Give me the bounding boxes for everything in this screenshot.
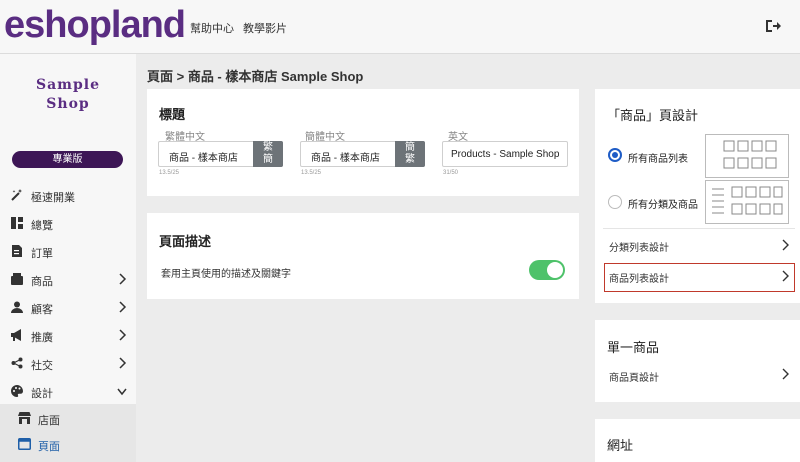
- toggle-knob: [547, 262, 563, 278]
- all-categories-and-products-label[interactable]: 所有分類及商品: [628, 196, 698, 211]
- use-homepage-description-label: 套用主頁使用的描述及關鍵字: [161, 269, 291, 280]
- chevron-down-icon: [117, 388, 127, 396]
- sidebar-item-products[interactable]: 商品: [0, 266, 136, 292]
- chevron-right-icon: [119, 273, 127, 285]
- sidebar-item-label: 極速開業: [31, 192, 75, 204]
- sidebar-item-quick-start[interactable]: 極速開業: [0, 182, 136, 208]
- all-products-list-label[interactable]: 所有商品列表: [628, 150, 688, 165]
- sidebar-item-label: 設計: [31, 388, 53, 400]
- sidebar-item-label: 推廣: [31, 332, 53, 344]
- single-product-card: 單一商品 商品頁設計: [595, 320, 800, 402]
- eshopland-logo[interactable]: eshopland: [4, 2, 186, 48]
- chevron-right-icon: [119, 301, 127, 313]
- submenu-item-label: 頁面: [38, 441, 60, 453]
- tutorial-videos-link[interactable]: 教學影片: [243, 20, 287, 36]
- grid-layout-thumbnail[interactable]: [705, 134, 789, 178]
- sidebar-item-orders[interactable]: 訂單: [0, 238, 136, 264]
- chevron-right-icon[interactable]: [781, 368, 789, 380]
- sidebar-item-design[interactable]: 設計: [0, 378, 136, 404]
- input-value: 商品 - 樣本商店: [311, 153, 380, 164]
- button-bottom-char: 繁: [405, 154, 415, 165]
- sidebar-item-label: 商品: [31, 276, 53, 288]
- shop-logo[interactable]: Sample Shop: [30, 76, 106, 114]
- chevron-right-icon[interactable]: [781, 239, 789, 251]
- all-products-list-radio[interactable]: [608, 148, 622, 162]
- submenu-item-pages[interactable]: 頁面: [0, 432, 136, 456]
- description-card-heading: 頁面描述: [159, 234, 212, 249]
- store-icon: [18, 412, 31, 424]
- sidebar-item-label: 顧客: [31, 304, 53, 316]
- megaphone-icon: [11, 329, 21, 341]
- top-bar: eshopland 幫助中心 教學影片: [0, 0, 800, 54]
- design-submenu: 店面 頁面: [0, 404, 136, 462]
- chevron-right-icon: [119, 329, 127, 341]
- url-heading: 網址: [607, 438, 634, 453]
- convert-to-simplified-button[interactable]: 繁 簡: [253, 141, 283, 167]
- char-counter: 13.5/25: [301, 170, 322, 176]
- sidebar-item-label: 社交: [31, 360, 53, 372]
- order-icon: [12, 245, 22, 257]
- chevron-right-icon: [119, 357, 127, 369]
- sidebar: Sample Shop 專業版 極速開業 總覽 訂單 商品 顧客 推廣 社交 設…: [0, 54, 136, 462]
- plan-badge[interactable]: 專業版: [12, 151, 123, 168]
- button-bottom-char: 簡: [263, 154, 273, 165]
- highlight-box: [604, 263, 795, 292]
- all-categories-and-products-radio[interactable]: [608, 195, 622, 209]
- logout-icon[interactable]: [764, 17, 782, 35]
- sidebar-item-promotion[interactable]: 推廣: [0, 322, 136, 348]
- product-page-design-link[interactable]: 商品頁設計: [609, 369, 659, 384]
- simplified-chinese-title-input[interactable]: 商品 - 樣本商店 簡 繁: [300, 141, 425, 167]
- char-counter: 31/50: [443, 170, 459, 176]
- traditional-chinese-title-input[interactable]: 商品 - 樣本商店 繁 簡: [158, 141, 283, 167]
- title-card-heading: 標題: [159, 107, 186, 122]
- palette-icon: [11, 385, 23, 397]
- breadcrumb: 頁面 > 商品 - 樣本商店 Sample Shop: [147, 69, 364, 84]
- description-card: 頁面描述 套用主頁使用的描述及關鍵字: [147, 213, 579, 299]
- category-list-design-link[interactable]: 分類列表設計: [609, 239, 669, 254]
- sidebar-item-label: 訂單: [31, 248, 53, 260]
- english-title-input[interactable]: Products - Sample Shop: [442, 141, 568, 167]
- share-icon: [11, 357, 23, 369]
- input-value: Products - Sample Shop: [451, 149, 560, 160]
- submenu-item-label: 店面: [38, 415, 60, 427]
- char-counter: 13.5/25: [159, 170, 180, 176]
- page-icon: [18, 438, 31, 450]
- submenu-item-storefront[interactable]: 店面: [0, 406, 136, 430]
- design-card-heading: 「商品」頁設計: [607, 108, 699, 123]
- sidebar-item-overview[interactable]: 總覽: [0, 210, 136, 236]
- sidebar-item-social[interactable]: 社交: [0, 350, 136, 376]
- shop-logo-line2: Shop: [46, 96, 90, 112]
- sidebar-item-customers[interactable]: 顧客: [0, 294, 136, 320]
- divider: [603, 228, 795, 229]
- grid-layout-icon: [723, 140, 777, 169]
- help-center-link[interactable]: 幫助中心: [190, 20, 234, 36]
- category-layout-thumbnail[interactable]: [705, 180, 789, 224]
- button-top-char: 簡: [405, 142, 415, 153]
- category-layout-icon: [712, 186, 783, 215]
- use-homepage-description-toggle[interactable]: [529, 260, 565, 280]
- sidebar-item-label: 總覽: [31, 220, 53, 232]
- url-card: 網址: [595, 419, 800, 462]
- shop-logo-line1: Sample: [35, 77, 100, 93]
- magic-wand-icon: [11, 189, 22, 201]
- single-product-heading: 單一商品: [607, 340, 660, 355]
- dashboard-icon: [11, 217, 23, 229]
- convert-to-traditional-button[interactable]: 簡 繁: [395, 141, 425, 167]
- title-card: 標題 繁體中文 商品 - 樣本商店 繁 簡 13.5/25 簡體中文 商品 - …: [147, 89, 579, 196]
- customer-icon: [11, 301, 23, 313]
- product-icon: [11, 273, 23, 285]
- input-value: 商品 - 樣本商店: [169, 153, 238, 164]
- button-top-char: 繁: [263, 142, 273, 153]
